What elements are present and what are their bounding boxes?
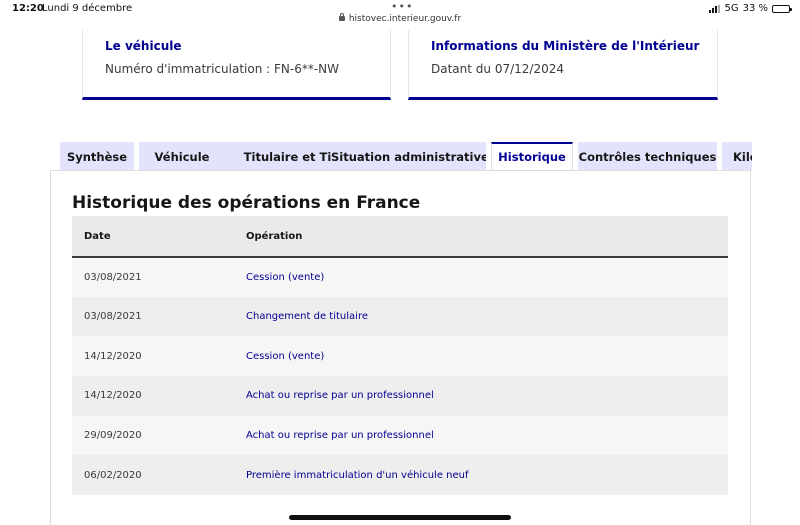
row-date: 03/08/2021 xyxy=(84,311,142,323)
history-table: Date Opération 03/08/2021 Cession (vente… xyxy=(72,216,728,496)
battery-label: 33 % xyxy=(742,3,768,14)
status-time: 12:20 xyxy=(12,3,44,14)
status-bar: 12:20 Lundi 9 décembre ••• histovec.inte… xyxy=(0,0,800,30)
lock-icon xyxy=(338,13,345,21)
table-row: 14/12/2020 Achat ou reprise par un profe… xyxy=(72,376,728,416)
tab-synthese[interactable]: Synthèse xyxy=(60,142,134,171)
row-date: 29/09/2020 xyxy=(84,430,142,442)
column-header-operation: Opération xyxy=(246,230,303,242)
row-operation: Première immatriculation d'un véhicule n… xyxy=(246,469,469,481)
row-operation: Cession (vente) xyxy=(246,271,325,283)
more-dots-icon[interactable]: ••• xyxy=(391,0,413,13)
network-label: 5G xyxy=(724,3,739,14)
page-title: Historique des opérations en France xyxy=(72,193,421,213)
registration-number: Numéro d'immatriculation : FN-6**-NW xyxy=(105,62,339,76)
signal-icon xyxy=(709,4,721,13)
vehicle-card-title: Le véhicule xyxy=(105,39,182,53)
tab-historique[interactable]: Historique xyxy=(491,142,573,171)
status-indicators: 5G 33 % xyxy=(709,3,792,14)
table-row: 03/08/2021 Cession (vente) xyxy=(72,257,728,297)
ministry-card: Informations du Ministère de l'Intérieur… xyxy=(408,30,718,100)
url-text: histovec.interieur.gouv.fr xyxy=(348,14,462,24)
row-operation: Changement de titulaire xyxy=(246,311,368,323)
table-row: 03/08/2021 Changement de titulaire xyxy=(72,296,728,337)
table-row: 29/09/2020 Achat ou reprise par un profe… xyxy=(72,415,728,456)
tab-bar: Synthèse Véhicule Titulaire et Titre Sit… xyxy=(60,142,752,171)
tab-controles-techniques[interactable]: Contrôles techniques xyxy=(578,142,717,171)
tab-kilometrage[interactable]: Kilométrage xyxy=(722,142,752,171)
column-header-date: Date xyxy=(84,230,111,242)
status-date: Lundi 9 décembre xyxy=(42,3,133,14)
vehicle-card: Le véhicule Numéro d'immatriculation : F… xyxy=(82,30,391,100)
table-row: 06/02/2020 Première immatriculation d'un… xyxy=(72,455,728,496)
address-bar[interactable]: histovec.interieur.gouv.fr xyxy=(0,13,800,24)
row-operation: Achat ou reprise par un professionnel xyxy=(246,390,434,402)
home-indicator[interactable] xyxy=(289,515,511,520)
row-date: 14/12/2020 xyxy=(84,390,142,402)
battery-icon xyxy=(772,4,792,13)
tab-situation-administrative[interactable]: Situation administrative xyxy=(331,142,486,171)
row-date: 06/02/2020 xyxy=(84,469,142,481)
row-operation: Achat ou reprise par un professionnel xyxy=(246,430,434,442)
table-header-row: Date Opération xyxy=(72,216,728,257)
row-date: 03/08/2021 xyxy=(84,271,142,283)
table-row: 14/12/2020 Cession (vente) xyxy=(72,336,728,377)
row-date: 14/12/2020 xyxy=(84,350,142,362)
data-date: Datant du 07/12/2024 xyxy=(431,62,564,76)
ministry-card-title: Informations du Ministère de l'Intérieur xyxy=(431,39,700,53)
row-operation: Cession (vente) xyxy=(246,350,325,362)
